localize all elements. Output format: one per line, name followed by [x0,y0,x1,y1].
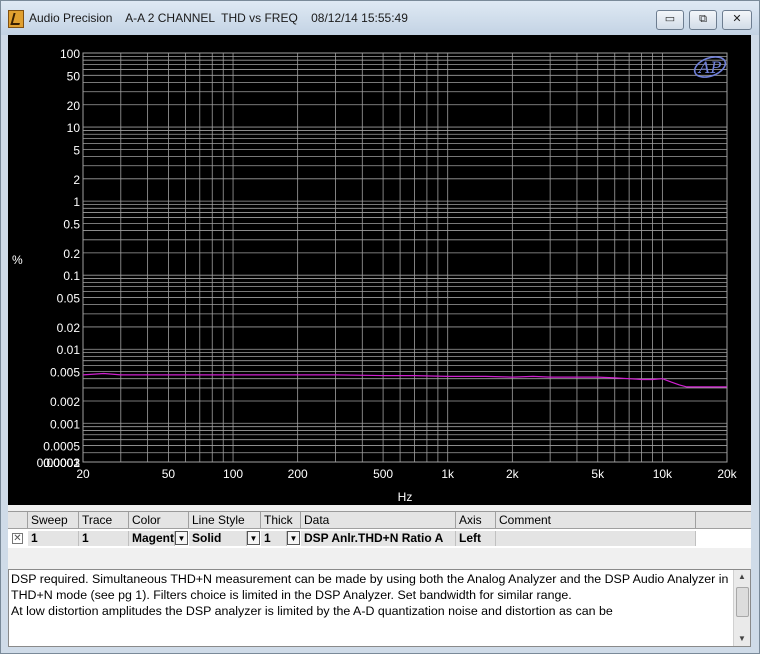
restore-icon: ⧉ [699,13,707,25]
cell-line-style[interactable]: Solid [189,531,247,546]
header-filler [696,512,751,529]
series-layer [82,372,727,388]
x-tick-label: 50 [162,467,176,481]
comment-scrollbar[interactable]: ▲ ▼ [733,570,750,646]
document-title: A-A 2 CHANNEL THD vs FREQ [125,11,298,25]
cell-data[interactable]: DSP Anlr.THD+N Ratio A [301,531,456,546]
minimize-button[interactable]: ▭ [656,10,684,30]
timestamp: 08/12/14 15:55:49 [311,11,408,25]
y-tick-label: 0.5 [63,217,80,231]
app-window: Audio Precision A-A 2 CHANNEL THD vs FRE… [0,0,760,654]
scroll-up-icon[interactable]: ▲ [734,570,750,584]
y-tick-label: 0.005 [50,366,80,380]
header-color[interactable]: Color [129,512,189,529]
x-tick-label: 20 [76,467,90,481]
thd-vs-frequency-chart[interactable]: 100 50 20 10 5 2 1 0.5 0.2 0.1 0.05 0.02 0.01 0.005 0.… [8,35,751,505]
cell-color[interactable]: Magenta [129,531,175,546]
window-title: Audio Precision A-A 2 CHANNEL THD vs FRE… [29,11,408,25]
y-tick-label: 0.00003 [37,456,81,470]
x-tick-label: 1k [441,467,455,481]
x-tick-label: 100 [223,467,243,481]
cell-trace[interactable]: 1 [79,531,129,546]
thick-dropdown-arrow-icon[interactable]: ▼ [287,531,300,545]
app-name: Audio Precision [29,11,113,25]
cell-axis[interactable]: Left [456,531,496,546]
header-thick[interactable]: Thick [261,512,301,529]
x-tick-labels: 20 50 100 200 500 1k 2k 5k 10k 20k [76,467,737,481]
y-tick-label: 20 [67,99,81,113]
comment-paragraph-1: DSP required. Simultaneous THD+N measure… [11,572,729,602]
header-line-style[interactable]: Line Style [189,512,261,529]
y-tick-label: 50 [67,69,81,83]
y-tick-label: 0.1 [63,269,80,283]
table-corner [8,512,28,529]
x-axis-label: Hz [398,490,413,504]
y-tick-label: 0.01 [57,343,81,357]
title-bar[interactable]: Audio Precision A-A 2 CHANNEL THD vs FRE… [1,1,759,35]
ap-logo-text: AP [697,58,722,77]
x-tick-label: 20k [717,467,737,481]
y-tick-label: 0.0005 [43,440,80,454]
comment-paragraph-2: At low distortion amplitudes the DSP ana… [11,604,613,618]
trace-enable-checkbox[interactable]: ✕ [12,533,23,544]
x-tick-label: 10k [653,467,673,481]
y-tick-label: 10 [67,121,81,135]
header-sweep[interactable]: Sweep [28,512,79,529]
x-tick-label: 500 [373,467,393,481]
close-button[interactable]: ✕ [722,10,752,30]
graph-panel[interactable]: 100 50 20 10 5 2 1 0.5 0.2 0.1 0.05 0.02 0.01 0.005 0.… [8,35,751,505]
cell-comment[interactable] [496,531,696,546]
cell-thick[interactable]: 1 [261,531,287,546]
y-tick-label: 0.001 [50,417,80,431]
line-style-dropdown-arrow-icon[interactable]: ▼ [247,531,260,545]
grid-layer [82,52,728,463]
y-tick-label: 0.2 [63,247,80,261]
y-tick-label: 1 [73,195,80,209]
series-line-thd-n [82,372,727,388]
close-icon: ✕ [732,13,742,25]
y-tick-label: 0.02 [57,321,81,335]
scroll-thumb[interactable] [736,587,749,617]
comment-text: DSP required. Simultaneous THD+N measure… [11,571,733,645]
y-tick-label: 100 [60,47,80,61]
audio-precision-app-icon[interactable] [8,10,24,28]
x-tick-label: 2k [506,467,520,481]
comment-textarea[interactable]: DSP required. Simultaneous THD+N measure… [8,569,751,647]
x-tick-label: 5k [591,467,605,481]
header-data[interactable]: Data [301,512,456,529]
x-tick-label: 200 [288,467,308,481]
trace-table[interactable]: Sweep Trace Color Line Style Thick Data … [8,511,751,548]
y-tick-labels: 100 50 20 10 5 2 1 0.5 0.2 0.1 0.05 0.02 0.01 0.005 0.… [37,47,81,470]
cell-sweep[interactable]: 1 [28,531,79,546]
ap-logo: AP [693,56,727,78]
y-tick-label: 0.002 [50,395,80,409]
color-dropdown-arrow-icon[interactable]: ▼ [175,531,188,545]
y-tick-label: 0.05 [57,291,81,305]
y-axis-label: % [12,253,23,267]
header-comment[interactable]: Comment [496,512,696,529]
y-tick-label: 5 [73,143,80,157]
client-area: 100 50 20 10 5 2 1 0.5 0.2 0.1 0.05 0.02 0.01 0.005 0.… [8,35,751,647]
restore-button[interactable]: ⧉ [689,10,717,30]
scroll-down-icon[interactable]: ▼ [734,632,750,646]
header-trace[interactable]: Trace [79,512,129,529]
minimize-icon: ▭ [664,13,676,25]
header-axis[interactable]: Axis [456,512,496,529]
y-tick-label: 2 [73,173,80,187]
